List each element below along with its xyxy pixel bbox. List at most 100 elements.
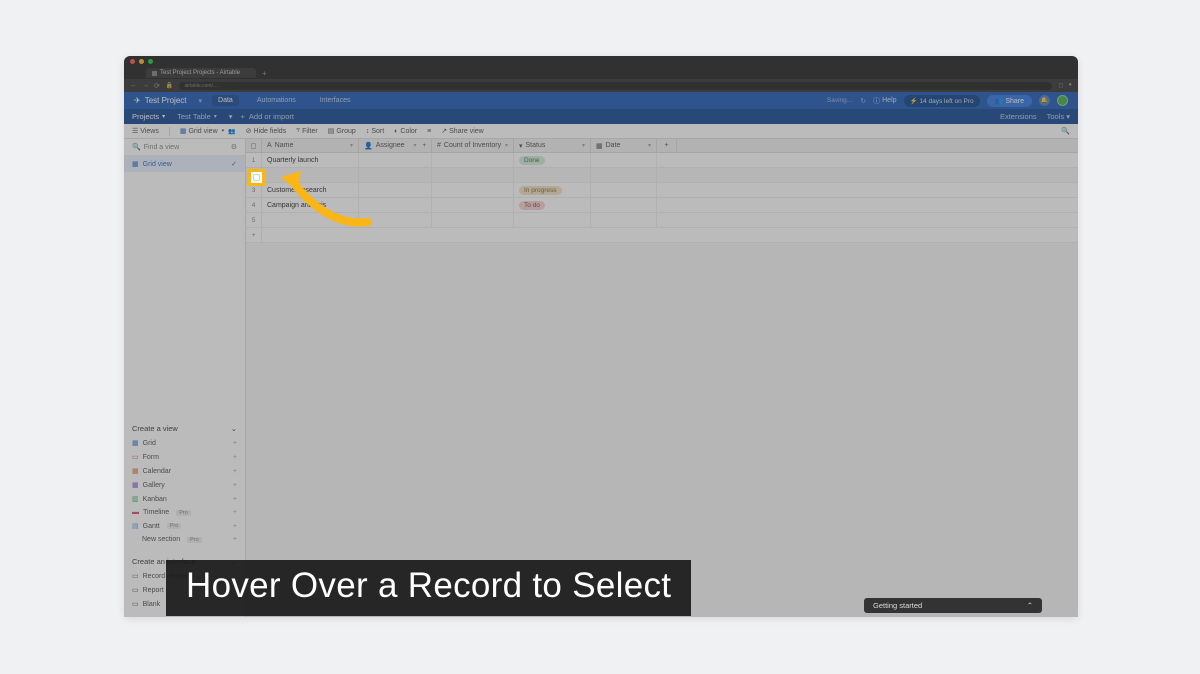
grid-view-button[interactable]: ▦ Grid view ▾ 👥 bbox=[180, 127, 236, 135]
nav-automations[interactable]: Automations bbox=[251, 95, 302, 106]
create-gallery[interactable]: ▦Gallery+ bbox=[132, 478, 237, 492]
create-gantt[interactable]: ▤GanttPro+ bbox=[132, 519, 237, 533]
chevron-down-icon: ▾ bbox=[413, 142, 416, 149]
status-cell[interactable]: In progress bbox=[514, 183, 591, 197]
create-grid[interactable]: ▦Grid+ bbox=[132, 436, 237, 450]
create-calendar[interactable]: ▦Calendar+ bbox=[132, 464, 237, 478]
count-cell[interactable] bbox=[432, 198, 514, 212]
plus-icon: + bbox=[233, 468, 237, 475]
count-cell[interactable] bbox=[432, 153, 514, 167]
plus-icon: + bbox=[422, 143, 426, 149]
extension-icon[interactable]: ◻ bbox=[1058, 82, 1063, 89]
back-button[interactable]: ← bbox=[130, 82, 137, 90]
count-cell[interactable] bbox=[432, 213, 514, 227]
browser-tab[interactable]: Test Project Projects - Airtable bbox=[146, 68, 256, 78]
status-cell[interactable] bbox=[514, 168, 591, 182]
count-cell[interactable] bbox=[432, 183, 514, 197]
view-label: Grid view bbox=[143, 161, 172, 168]
hide-fields-button[interactable]: ⊘ Hide fields bbox=[246, 127, 287, 135]
search-button[interactable]: 🔍 bbox=[1061, 127, 1070, 135]
pro-badge: Pro bbox=[176, 510, 191, 516]
eye-off-icon: ⊘ bbox=[246, 127, 252, 135]
browser-window: Test Project Projects - Airtable + ← → ⟳… bbox=[124, 56, 1078, 617]
notifications-icon[interactable]: 🔔 bbox=[1039, 95, 1050, 106]
color-button[interactable]: ◐ Color bbox=[394, 128, 417, 135]
gear-icon[interactable]: ⚙ bbox=[231, 143, 237, 151]
date-cell[interactable] bbox=[591, 153, 657, 167]
select-icon: ▾ bbox=[519, 142, 523, 150]
row-number[interactable]: 1 bbox=[246, 153, 262, 167]
help-link[interactable]: ⓘ Help bbox=[873, 96, 896, 106]
history-icon[interactable]: ↻ bbox=[860, 97, 866, 105]
date-cell[interactable] bbox=[591, 213, 657, 227]
forward-button[interactable]: → bbox=[142, 82, 149, 90]
calendar-icon: ▦ bbox=[132, 467, 139, 475]
nav-interfaces[interactable]: Interfaces bbox=[314, 95, 357, 106]
share-button[interactable]: 👥 Share bbox=[987, 95, 1032, 107]
date-cell[interactable] bbox=[591, 198, 657, 212]
plus-icon: + bbox=[233, 496, 237, 503]
plus-icon: + bbox=[246, 228, 262, 242]
trial-badge[interactable]: ⚡ 14 days left on Pro bbox=[904, 95, 980, 107]
lock-icon: 🔒 bbox=[166, 82, 173, 89]
group-button[interactable]: ▤ Group bbox=[328, 127, 356, 135]
add-import-label: Add or import bbox=[249, 112, 294, 121]
getting-started-panel[interactable]: Getting started ⌃ bbox=[864, 598, 1042, 613]
column-assignee[interactable]: 👤Assignee▾+ bbox=[359, 139, 432, 152]
row-number[interactable]: 5 bbox=[246, 213, 262, 227]
checkbox-icon bbox=[253, 174, 260, 181]
profile-icon[interactable]: ● bbox=[1068, 82, 1072, 89]
status-cell[interactable]: Done bbox=[514, 153, 591, 167]
table-tab-projects[interactable]: Projects ▾ bbox=[132, 112, 165, 121]
nav-data[interactable]: Data bbox=[212, 95, 239, 106]
add-column-button[interactable]: + bbox=[657, 139, 677, 152]
count-cell[interactable] bbox=[432, 168, 514, 182]
row-height-button[interactable]: ≡ bbox=[427, 128, 431, 135]
sidebar-view-grid[interactable]: ▦ Grid view ✓ bbox=[124, 156, 245, 172]
avatar[interactable] bbox=[1057, 95, 1068, 106]
share-view-button[interactable]: ↗ Share view bbox=[441, 127, 484, 135]
create-kanban[interactable]: ▥Kanban+ bbox=[132, 492, 237, 506]
column-name[interactable]: AName▾ bbox=[262, 139, 359, 152]
filter-button[interactable]: ⫧ Filter bbox=[296, 127, 318, 135]
tab-dropdown-icon[interactable]: ▾ bbox=[229, 112, 233, 121]
create-form[interactable]: ▭Form+ bbox=[132, 450, 237, 464]
date-cell[interactable] bbox=[591, 183, 657, 197]
close-window-button[interactable] bbox=[130, 59, 135, 64]
users-icon: 👥 bbox=[228, 128, 235, 135]
chevron-down-icon: ▾ bbox=[162, 113, 165, 120]
project-title[interactable]: Test Project bbox=[145, 96, 187, 105]
help-label: Help bbox=[882, 97, 896, 104]
tab-favicon bbox=[152, 71, 157, 76]
sort-button[interactable]: ↕ Sort bbox=[366, 128, 384, 135]
column-count[interactable]: #Count of Inventory▾ bbox=[432, 139, 514, 152]
new-tab-button[interactable]: + bbox=[262, 69, 267, 78]
column-date[interactable]: ▦Date▾ bbox=[591, 139, 657, 152]
status-cell[interactable]: To do bbox=[514, 198, 591, 212]
kanban-icon: ▥ bbox=[132, 495, 139, 503]
select-all-checkbox[interactable] bbox=[246, 139, 262, 152]
table-tab-test[interactable]: Test Table ▾ bbox=[177, 112, 217, 121]
app-logo-icon[interactable]: ✈ bbox=[134, 96, 141, 105]
url-field[interactable]: airtable.com/… bbox=[179, 82, 1052, 90]
column-status[interactable]: ▾Status▾ bbox=[514, 139, 591, 152]
minimize-window-button[interactable] bbox=[139, 59, 144, 64]
create-timeline[interactable]: ▬TimelinePro+ bbox=[132, 506, 237, 519]
project-dropdown-icon[interactable]: ▾ bbox=[199, 97, 203, 105]
add-import-button[interactable]: + Add or import bbox=[241, 112, 294, 121]
status-cell[interactable] bbox=[514, 213, 591, 227]
find-view-input[interactable]: 🔍 Find a view ⚙ bbox=[124, 139, 245, 156]
filter-icon: ⫧ bbox=[296, 127, 300, 135]
row-number[interactable]: 4 bbox=[246, 198, 262, 212]
nav-buttons: ← → ⟳ bbox=[130, 82, 160, 90]
pro-badge: Pro bbox=[167, 523, 182, 529]
extensions-link[interactable]: Extensions bbox=[1000, 112, 1037, 121]
create-section[interactable]: New sectionPro+ bbox=[132, 533, 237, 546]
views-button[interactable]: ☰ Views bbox=[132, 127, 159, 135]
date-cell[interactable] bbox=[591, 168, 657, 182]
plus-icon: + bbox=[233, 440, 237, 447]
reload-button[interactable]: ⟳ bbox=[154, 82, 160, 90]
tools-link[interactable]: Tools ▾ bbox=[1047, 112, 1070, 121]
create-view-header[interactable]: Create a view⌄ bbox=[132, 421, 237, 436]
maximize-window-button[interactable] bbox=[148, 59, 153, 64]
